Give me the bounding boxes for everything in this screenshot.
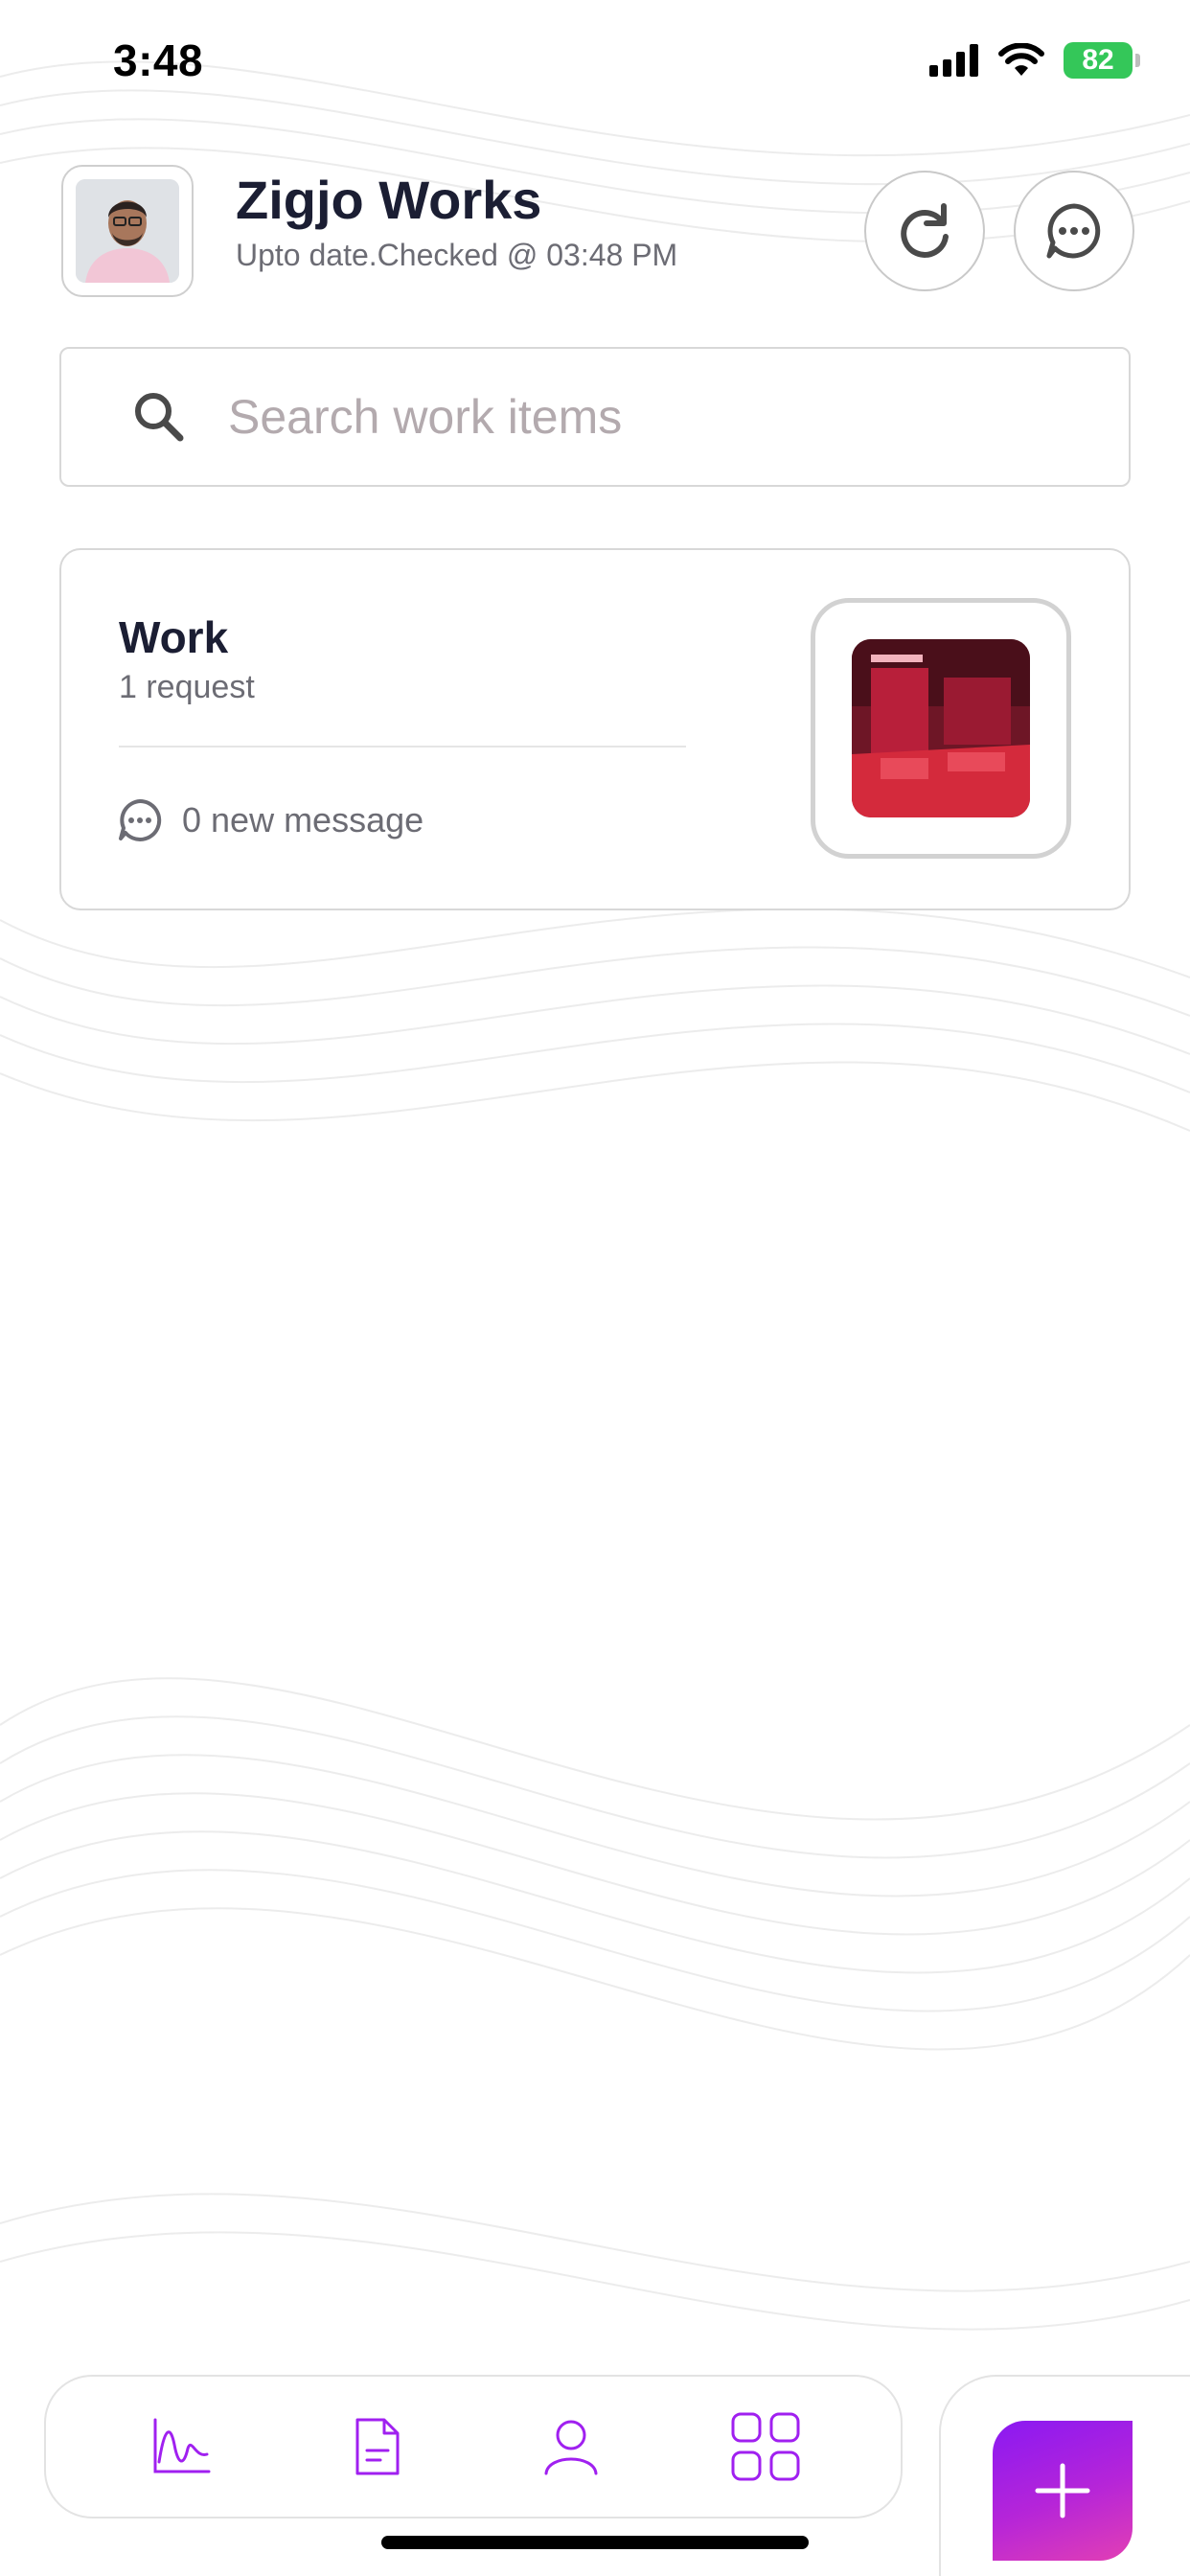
avatar[interactable] bbox=[61, 165, 194, 297]
battery-indicator: 82 bbox=[1064, 42, 1140, 79]
message-count-row: 0 new message bbox=[117, 797, 423, 843]
request-count: 1 request bbox=[119, 669, 255, 705]
chat-button[interactable] bbox=[1014, 171, 1134, 291]
wifi-icon bbox=[998, 43, 1044, 76]
home-indicator bbox=[381, 2536, 809, 2549]
search-icon bbox=[135, 393, 184, 442]
add-button[interactable] bbox=[993, 2421, 1133, 2561]
tab-profile[interactable] bbox=[528, 2404, 614, 2490]
message-count: 0 new message bbox=[182, 800, 424, 840]
search-placeholder: Search work items bbox=[228, 390, 623, 444]
bottom-tab-bar bbox=[44, 2375, 903, 2518]
store-image bbox=[852, 639, 1030, 817]
work-card[interactable]: Work 1 request 0 new message bbox=[59, 548, 1131, 910]
refresh-icon bbox=[901, 203, 949, 258]
apps-grid-icon bbox=[731, 2412, 799, 2481]
refresh-button[interactable] bbox=[864, 171, 985, 291]
plus-icon bbox=[1035, 2463, 1090, 2518]
message-icon bbox=[119, 798, 162, 841]
status-icons: 82 bbox=[929, 42, 1140, 79]
tab-documents[interactable] bbox=[333, 2404, 420, 2490]
page-title: Zigjo Works bbox=[236, 170, 542, 230]
sync-status: Upto date.Checked @ 03:48 PM bbox=[236, 238, 678, 272]
work-title: Work bbox=[119, 612, 229, 662]
chat-bubble-icon bbox=[1046, 203, 1101, 259]
cellular-signal-icon bbox=[929, 44, 978, 77]
avatar-photo bbox=[76, 179, 179, 283]
tab-activity[interactable] bbox=[139, 2404, 225, 2490]
divider bbox=[119, 746, 686, 748]
battery-level: 82 bbox=[1082, 44, 1114, 76]
status-time: 3:48 bbox=[113, 35, 204, 85]
work-thumbnail[interactable] bbox=[811, 598, 1071, 859]
search-input[interactable]: Search work items bbox=[59, 347, 1131, 487]
activity-chart-icon bbox=[153, 2418, 210, 2473]
person-icon bbox=[544, 2420, 597, 2475]
document-icon bbox=[355, 2418, 399, 2475]
tab-apps[interactable] bbox=[722, 2404, 809, 2490]
